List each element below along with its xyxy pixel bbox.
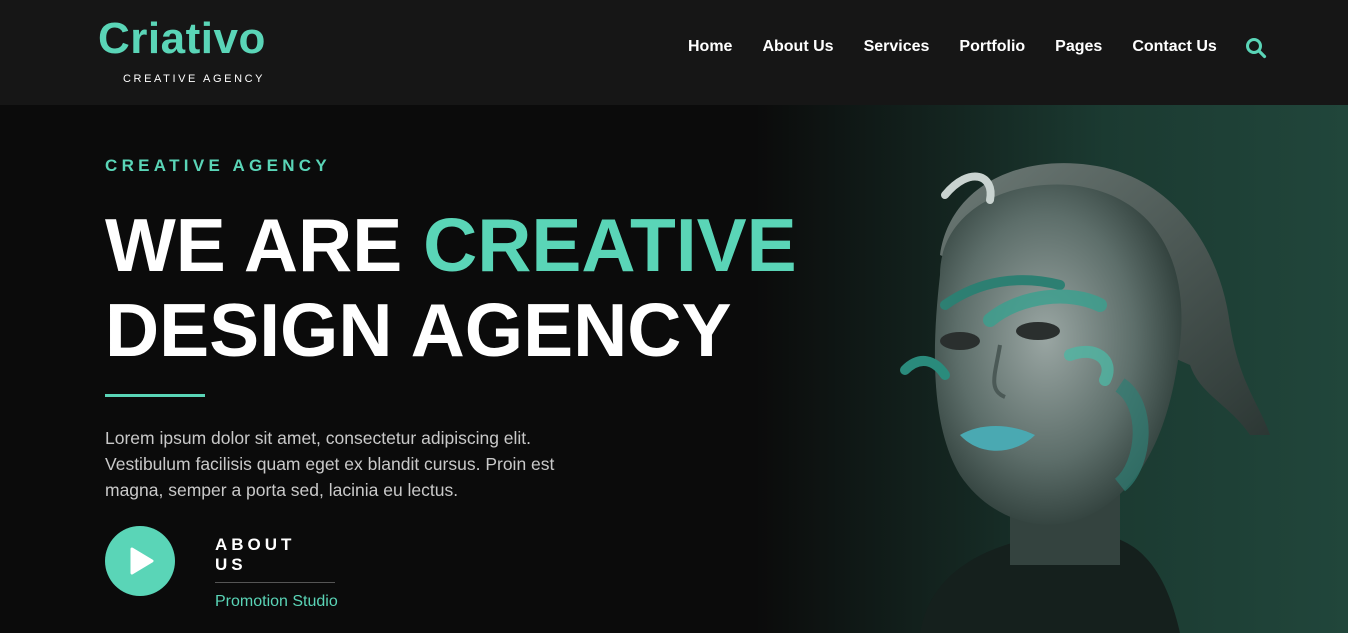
about-us-link[interactable]: ABOUT US xyxy=(215,535,335,583)
logo-name: Criativo xyxy=(98,14,266,63)
search-icon[interactable] xyxy=(1245,37,1267,59)
nav-item-portfolio[interactable]: Portfolio xyxy=(959,38,1025,56)
nav-item-contact-us[interactable]: Contact Us xyxy=(1132,38,1216,56)
about-subtitle: Promotion Studio xyxy=(215,593,338,610)
hero-divider xyxy=(105,394,205,397)
hero-headline: WE ARE CREATIVE DESIGN AGENCY xyxy=(105,203,797,373)
hero-eyebrow: CREATIVE AGENCY xyxy=(105,156,332,175)
main-nav: Home About Us Services Portfolio Pages C… xyxy=(688,38,1247,56)
site-header: Criativo CREATIVE AGENCY Home About Us S… xyxy=(0,0,1348,105)
nav-item-pages[interactable]: Pages xyxy=(1055,38,1102,56)
logo-tagline: CREATIVE AGENCY xyxy=(123,73,266,85)
about-cta: ABOUT US Promotion Studio xyxy=(215,535,338,611)
nav-item-services[interactable]: Services xyxy=(864,38,930,56)
play-icon xyxy=(130,547,154,575)
headline-line2: DESIGN AGENCY xyxy=(105,288,732,372)
nav-item-home[interactable]: Home xyxy=(688,38,732,56)
headline-part1: WE ARE xyxy=(105,203,424,287)
logo[interactable]: Criativo CREATIVE AGENCY xyxy=(98,14,298,85)
headline-accent: CREATIVE xyxy=(423,203,797,287)
nav-item-about-us[interactable]: About Us xyxy=(762,38,833,56)
hero-section: CREATIVE AGENCY WE ARE CREATIVE DESIGN A… xyxy=(0,105,1348,633)
hero-description: Lorem ipsum dolor sit amet, consectetur … xyxy=(105,428,555,500)
play-video-button[interactable] xyxy=(105,526,175,596)
hero-portrait-image xyxy=(820,105,1348,633)
